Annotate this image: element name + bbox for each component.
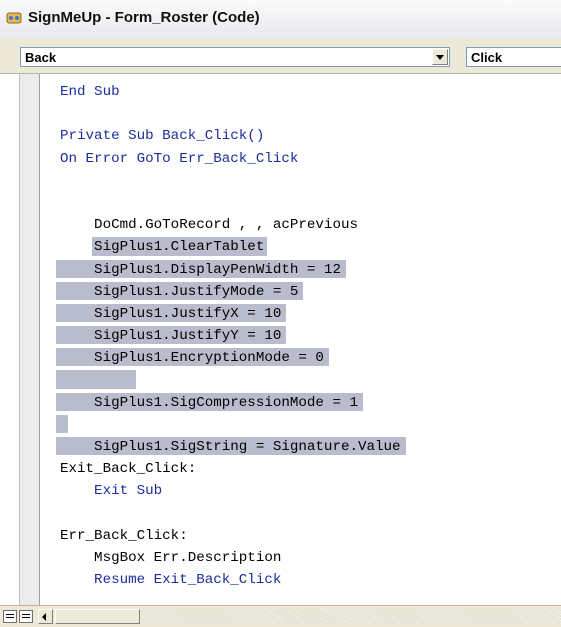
code-line-text: Exit_Back_Click: xyxy=(60,461,197,478)
code-line-text: Err_Back_Click: xyxy=(60,527,188,544)
procedure-dropdown[interactable]: Click xyxy=(466,47,561,67)
code-line[interactable] xyxy=(44,102,561,124)
code-line-text: End Sub xyxy=(60,84,120,100)
margin-indicator-bar[interactable] xyxy=(20,74,40,605)
code-line[interactable]: DoCmd.GoToRecord , , acPrevious xyxy=(44,213,561,235)
code-line[interactable]: On Error GoTo Err_Back_Click xyxy=(44,147,561,169)
code-line-text: DoCmd.GoToRecord , , acPrevious xyxy=(60,217,358,234)
code-editor[interactable]: End Sub Private Sub Back_Click() On Error … xyxy=(0,74,561,605)
code-line[interactable]: Exit_Back_Click: xyxy=(44,457,561,479)
code-line[interactable]: SigPlus1.DisplayPenWidth = 12 xyxy=(44,258,561,280)
code-line-text: SigPlus1.JustifyY = 10 xyxy=(60,328,282,345)
title-bar: SignMeUp - Form_Roster (Code) xyxy=(0,0,561,39)
code-line[interactable]: MsgBox Err.Description xyxy=(44,546,561,568)
code-line[interactable]: Err_Back_Click: xyxy=(44,524,561,546)
horizontal-scroll-track[interactable] xyxy=(142,609,561,624)
procedure-view-button[interactable] xyxy=(3,610,17,623)
object-dropdown[interactable]: Back xyxy=(20,47,450,67)
editor-status-bar xyxy=(0,605,561,627)
code-line-text: SigPlus1.JustifyX = 10 xyxy=(60,305,282,322)
code-line[interactable]: SigPlus1.SigCompressionMode = 1 xyxy=(44,391,561,413)
code-line[interactable]: SigPlus1.JustifyY = 10 xyxy=(44,324,561,346)
code-line[interactable]: Private Sub Back_Click() xyxy=(44,124,561,146)
code-line[interactable] xyxy=(44,413,561,435)
code-line[interactable]: SigPlus1.SigString = Signature.Value xyxy=(44,435,561,457)
code-line[interactable]: SigPlus1.ClearTablet xyxy=(44,235,561,257)
code-line[interactable]: SigPlus1.JustifyX = 10 xyxy=(44,302,561,324)
code-line[interactable]: End Sub xyxy=(44,80,561,102)
code-line[interactable]: Exit Sub xyxy=(44,479,561,501)
object-dropdown-value: Back xyxy=(25,50,57,65)
code-line[interactable]: Resume Exit_Back_Click xyxy=(44,568,561,590)
code-line-text: Private Sub Back_Click() xyxy=(60,128,265,145)
code-line-text: MsgBox Err.Description xyxy=(60,549,282,566)
code-line[interactable]: SigPlus1.EncryptionMode = 0 xyxy=(44,346,561,368)
scroll-left-icon[interactable] xyxy=(38,609,53,624)
combo-toolbar: Back Click xyxy=(0,38,561,74)
vba-module-icon xyxy=(6,12,22,24)
code-line-text: SigPlus1.SigCompressionMode = 1 xyxy=(60,394,358,411)
code-line-text: Exit Sub xyxy=(60,483,163,500)
code-line[interactable] xyxy=(44,169,561,191)
selection-highlight xyxy=(56,370,136,389)
chevron-down-icon[interactable] xyxy=(432,49,448,65)
window-title: SignMeUp - Form_Roster (Code) xyxy=(28,9,260,26)
left-gutter xyxy=(0,74,20,605)
code-line-text: SigPlus1.DisplayPenWidth = 12 xyxy=(60,261,341,278)
code-line[interactable] xyxy=(44,502,561,524)
horizontal-scroll-thumb[interactable] xyxy=(55,609,140,624)
code-line-text: SigPlus1.ClearTablet xyxy=(60,239,265,256)
procedure-dropdown-value: Click xyxy=(471,50,503,65)
code-line[interactable] xyxy=(44,191,561,213)
code-line-text: SigPlus1.JustifyMode = 5 xyxy=(60,283,299,300)
code-line-text: SigPlus1.SigString = Signature.Value xyxy=(60,439,401,455)
full-module-view-button[interactable] xyxy=(19,610,33,623)
code-line-text: SigPlus1.EncryptionMode = 0 xyxy=(60,350,324,367)
code-line[interactable] xyxy=(44,368,561,390)
code-line-text: On Error GoTo Err_Back_Click xyxy=(60,150,299,167)
code-lines[interactable]: End Sub Private Sub Back_Click() On Error … xyxy=(44,80,561,590)
code-line-text: Resume Exit_Back_Click xyxy=(60,572,282,589)
code-line[interactable]: SigPlus1.JustifyMode = 5 xyxy=(44,280,561,302)
